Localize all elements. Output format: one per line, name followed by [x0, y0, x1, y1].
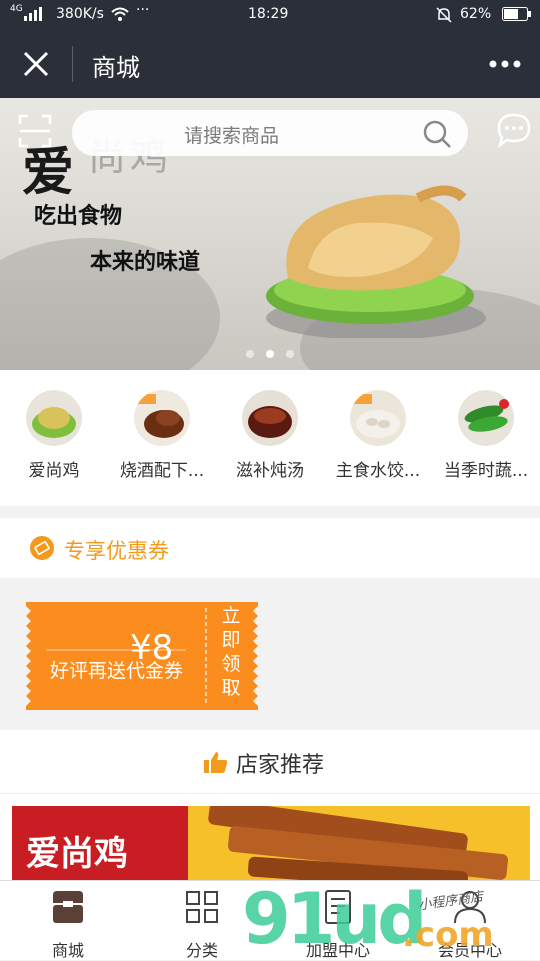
product-image — [188, 798, 530, 884]
category-item-snacks[interactable]: 烧酒配下... — [108, 390, 216, 500]
category-label: 烧酒配下... — [119, 461, 205, 481]
claim-coupon-button[interactable]: 立即领取 — [216, 604, 246, 700]
category-item-vegetables[interactable]: 当季时蔬... — [432, 390, 540, 500]
chat-bubble-icon[interactable] — [496, 112, 532, 148]
tab-shop[interactable]: 商城 — [18, 889, 118, 961]
category-label: 爱尚鸡 — [28, 461, 80, 481]
network-label: 4G — [10, 4, 23, 14]
chicken-dish-image — [26, 390, 82, 446]
dumplings-image — [350, 390, 406, 446]
coupon-list: ¥8 好评再送代金券 立即领取 — [0, 578, 540, 730]
recommend-section-title: 店家推荐 — [236, 753, 325, 778]
status-bar: 4G 380K/s ··· 18:29 62% — [0, 0, 540, 30]
category-item-aishangji[interactable]: 爱尚鸡 — [0, 390, 108, 500]
coupon-card[interactable]: ¥8 好评再送代金券 立即领取 — [26, 602, 258, 710]
network-speed: 380K/s — [56, 6, 104, 22]
search-icon[interactable] — [422, 119, 452, 149]
close-button[interactable] — [20, 48, 52, 80]
tab-label: 商城 — [51, 941, 84, 960]
clock: 18:29 — [248, 6, 289, 22]
coupon-description: 好评再送代金券 — [50, 660, 184, 682]
close-icon — [23, 51, 49, 77]
coupon-section-header: 专享优惠券 — [0, 518, 540, 578]
hero-banner[interactable]: 尚鸡 爱 吃出食物 本来的味道 请搜索商品 — [0, 98, 540, 370]
thumbs-up-icon — [204, 752, 228, 773]
carousel-dot[interactable] — [246, 350, 254, 358]
search-bar[interactable]: 请搜索商品 — [72, 110, 468, 156]
scan-icon[interactable] — [18, 114, 52, 148]
grid-icon — [186, 891, 218, 923]
page-title: 商城 — [92, 54, 140, 82]
shop-icon — [53, 891, 83, 923]
roast-chicken-image — [266, 185, 486, 338]
signal-icon — [24, 6, 50, 26]
watermark-logo: 91ud — [242, 878, 427, 960]
banner-slogan-line2: 本来的味道 — [90, 250, 201, 275]
product-brand-text: 爱尚鸡 — [26, 834, 128, 874]
wifi-icon — [110, 6, 130, 26]
search-placeholder: 请搜索商品 — [184, 125, 280, 147]
carousel-dot[interactable] — [286, 350, 294, 358]
watermark-domain: .com — [402, 915, 494, 955]
vegetables-image — [458, 390, 514, 446]
product-brand-panel: 爱尚鸡 — [12, 806, 188, 884]
carousel-dot-active[interactable] — [266, 350, 274, 358]
category-label: 主食水饺... — [335, 461, 421, 481]
braised-meat-image — [134, 390, 190, 446]
title-divider — [72, 46, 73, 82]
carousel-indicator — [246, 343, 306, 358]
recommend-section-header: 店家推荐 — [0, 730, 540, 794]
tab-label: 分类 — [185, 941, 218, 960]
title-bar: 商城 — [0, 30, 540, 98]
more-menu-button[interactable] — [488, 52, 522, 76]
coupon-section-title: 专享优惠券 — [64, 539, 169, 563]
stew-soup-image — [242, 390, 298, 446]
category-label: 滋补炖汤 — [236, 461, 304, 481]
category-item-soup[interactable]: 滋补炖汤 — [216, 390, 324, 500]
category-item-dumplings[interactable]: 主食水饺... — [324, 390, 432, 500]
bell-mute-icon — [436, 6, 452, 28]
coupon-tag-icon — [30, 536, 54, 560]
battery-icon — [502, 7, 532, 26]
product-card[interactable]: 爱尚鸡 — [0, 794, 540, 884]
category-label: 当季时蔬... — [443, 461, 529, 481]
tab-category[interactable]: 分类 — [152, 889, 252, 961]
category-row: 爱尚鸡 烧酒配下... 滋补炖汤 主食水饺... 当季时蔬... — [0, 370, 540, 506]
more-horizontal-icon — [489, 60, 521, 68]
banner-slogan-line1: 吃出食物 — [34, 204, 123, 229]
more-dots-icon: ··· — [136, 2, 150, 18]
battery-percent: 62% — [460, 6, 492, 22]
